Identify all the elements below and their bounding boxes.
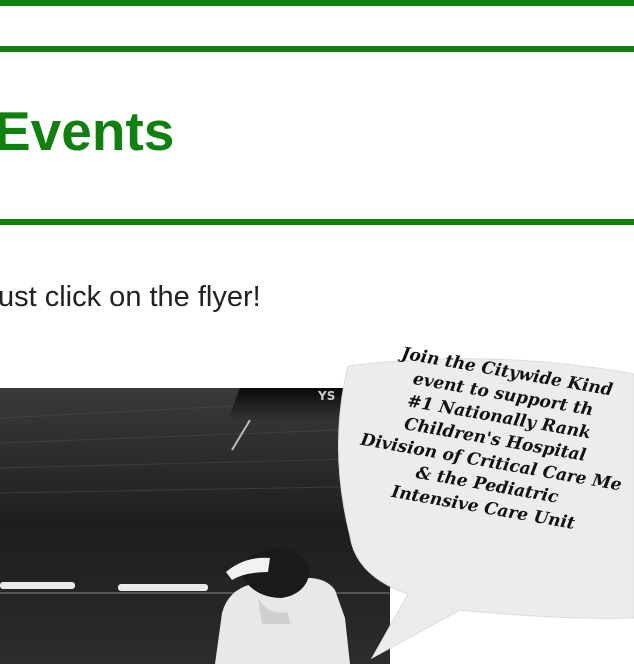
top-divider bbox=[0, 0, 634, 6]
flyer-instruction-text: ust click on the flyer! bbox=[0, 281, 261, 313]
page-title: Events bbox=[0, 100, 175, 162]
svg-text:YS: YS bbox=[317, 389, 335, 403]
title-divider bbox=[0, 219, 634, 225]
header-divider bbox=[0, 46, 634, 52]
